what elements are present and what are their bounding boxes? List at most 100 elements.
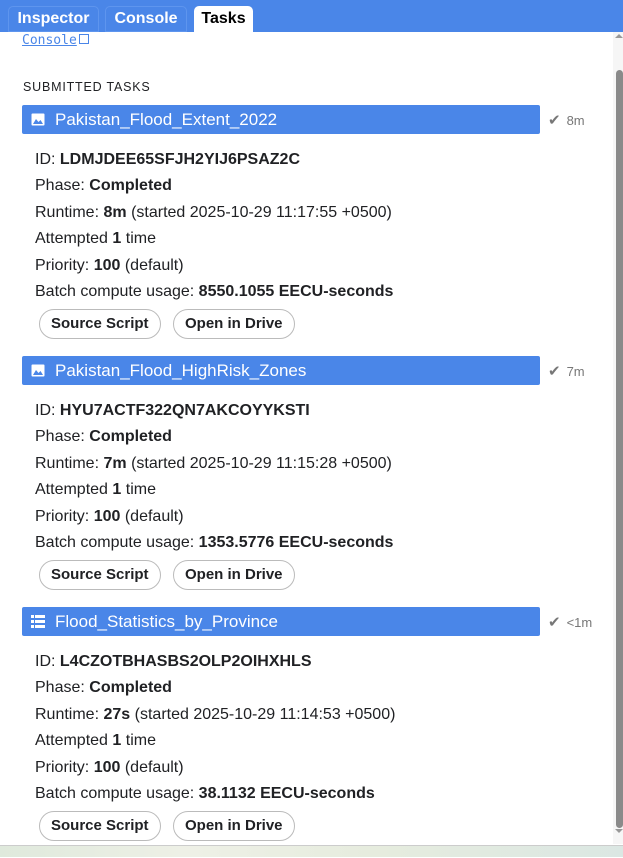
- section-heading: SUBMITTED TASKS: [23, 80, 151, 94]
- label: Batch compute usage:: [35, 283, 195, 301]
- task-runtime: 27s: [103, 705, 131, 723]
- task-details: ID: HYU7ACTF322QN7AKCOYYKSTI Phase: Comp…: [35, 398, 393, 556]
- task-id: HYU7ACTF322QN7AKCOYYKSTI: [59, 402, 310, 419]
- task-attempts-row: Attempted 1 time: [35, 477, 393, 503]
- task-attempts: 1: [112, 732, 122, 750]
- checkmark-icon: ✔: [548, 363, 561, 380]
- label: Phase:: [35, 177, 85, 195]
- open-in-drive-button[interactable]: Open in Drive: [173, 811, 295, 841]
- task-id-row: ID: LDMJDEE65SFJH2YIJ6PSAZ2C: [35, 147, 393, 173]
- label: Priority:: [35, 507, 90, 525]
- task-name: Flood_Statistics_by_Province: [55, 612, 279, 631]
- label: time: [125, 230, 156, 248]
- task-attempts-row: Attempted 1 time: [35, 226, 393, 252]
- task-runtime-row: Runtime: 8m (started 2025-10-29 11:17:55…: [35, 200, 393, 226]
- task-phase-row: Phase: Completed: [35, 675, 395, 701]
- task-card: Pakistan_Flood_HighRisk_Zones ✔ 7m ID: HY…: [0, 356, 605, 607]
- checkmark-icon: ✔: [548, 614, 561, 631]
- console-link[interactable]: Console: [22, 33, 89, 48]
- task-runtime: 7m: [103, 454, 127, 472]
- task-usage-row: Batch compute usage: 1353.5776 EECU-seco…: [35, 530, 393, 556]
- label: Batch compute usage:: [35, 534, 195, 552]
- task-usage-row: Batch compute usage: 8550.1055 EECU-seco…: [35, 279, 393, 305]
- label: Attempted: [35, 732, 108, 750]
- tab-inspector[interactable]: Inspector: [8, 6, 99, 32]
- label: Runtime:: [35, 454, 100, 472]
- task-status: ✔ <1m: [548, 613, 592, 631]
- task-priority: 100: [93, 758, 121, 776]
- scroll-down-arrow-icon[interactable]: [615, 829, 623, 833]
- task-name: Pakistan_Flood_HighRisk_Zones: [55, 361, 307, 380]
- label: Attempted: [35, 481, 108, 499]
- task-usage: 8550.1055 EECU-seconds: [198, 283, 394, 301]
- label: ID:: [35, 402, 56, 419]
- task-attempts: 1: [112, 481, 122, 499]
- label: Runtime:: [35, 203, 100, 221]
- tab-tasks[interactable]: Tasks: [194, 6, 253, 32]
- source-script-button[interactable]: Source Script: [39, 309, 161, 339]
- external-link-icon: [78, 34, 89, 44]
- label: time: [125, 481, 156, 499]
- task-phase: Completed: [89, 679, 172, 697]
- task-id: L4CZOTBHASBS2OLP2OIHXHLS: [59, 653, 312, 670]
- source-script-button[interactable]: Source Script: [39, 560, 161, 590]
- task-priority-row: Priority: 100 (default): [35, 755, 395, 781]
- task-header[interactable]: Pakistan_Flood_Extent_2022: [22, 105, 540, 134]
- task-phase-row: Phase: Completed: [35, 173, 393, 199]
- task-usage: 38.1132 EECU-seconds: [198, 785, 375, 803]
- task-name: Pakistan_Flood_Extent_2022: [55, 110, 278, 129]
- task-details: ID: L4CZOTBHASBS2OLP2OIHXHLS Phase: Comp…: [35, 649, 395, 807]
- task-priority-row: Priority: 100 (default): [35, 504, 393, 530]
- task-id: LDMJDEE65SFJH2YIJ6PSAZ2C: [59, 151, 300, 168]
- task-priority: 100: [93, 507, 121, 525]
- task-header[interactable]: Flood_Statistics_by_Province: [22, 607, 540, 636]
- label: ID:: [35, 653, 56, 670]
- task-card: Flood_Statistics_by_Province ✔ <1m ID: L4…: [0, 607, 605, 858]
- task-details: ID: LDMJDEE65SFJH2YIJ6PSAZ2C Phase: Comp…: [35, 147, 393, 305]
- label: (default): [124, 256, 184, 274]
- task-card: Pakistan_Flood_Extent_2022 ✔ 8m ID: LDMJD…: [0, 105, 605, 356]
- label: (default): [124, 507, 184, 525]
- task-attempts: 1: [112, 230, 122, 248]
- task-runtime-row: Runtime: 7m (started 2025-10-29 11:15:28…: [35, 451, 393, 477]
- label: Priority:: [35, 758, 90, 776]
- task-duration: 7m: [566, 364, 585, 379]
- task-phase: Completed: [89, 177, 172, 195]
- task-duration: <1m: [566, 615, 593, 630]
- label: Priority:: [35, 256, 90, 274]
- tab-bar: Inspector Console Tasks: [0, 0, 623, 32]
- task-status: ✔ 8m: [548, 111, 585, 129]
- task-phase-row: Phase: Completed: [35, 424, 393, 450]
- task-id-row: ID: HYU7ACTF322QN7AKCOYYKSTI: [35, 398, 393, 424]
- task-priority-row: Priority: 100 (default): [35, 253, 393, 279]
- task-attempts-row: Attempted 1 time: [35, 728, 395, 754]
- label: (default): [124, 758, 184, 776]
- open-in-drive-button[interactable]: Open in Drive: [173, 309, 295, 339]
- task-status: ✔ 7m: [548, 362, 585, 380]
- task-usage-row: Batch compute usage: 38.1132 EECU-second…: [35, 781, 395, 807]
- task-header[interactable]: Pakistan_Flood_HighRisk_Zones: [22, 356, 540, 385]
- source-script-button[interactable]: Source Script: [39, 811, 161, 841]
- task-usage: 1353.5776 EECU-seconds: [198, 534, 394, 552]
- label: Attempted: [35, 230, 108, 248]
- open-in-drive-button[interactable]: Open in Drive: [173, 560, 295, 590]
- task-runtime-row: Runtime: 27s (started 2025-10-29 11:14:5…: [35, 702, 395, 728]
- tab-console[interactable]: Console: [105, 6, 187, 32]
- task-duration: 8m: [566, 113, 585, 128]
- checkmark-icon: ✔: [548, 112, 561, 129]
- label: Phase:: [35, 679, 85, 697]
- console-link-label: Console: [22, 33, 77, 48]
- task-runtime: 8m: [103, 203, 127, 221]
- task-priority: 100: [93, 256, 121, 274]
- label: time: [125, 732, 156, 750]
- scrollbar-thumb[interactable]: [616, 70, 623, 828]
- task-started: (started 2025-10-29 11:14:53 +0500): [134, 705, 396, 723]
- scroll-up-arrow-icon[interactable]: [615, 34, 623, 38]
- map-strip: [0, 845, 623, 857]
- task-id-row: ID: L4CZOTBHASBS2OLP2OIHXHLS: [35, 649, 395, 675]
- task-started: (started 2025-10-29 11:17:55 +0500): [131, 203, 392, 221]
- label: ID:: [35, 151, 56, 168]
- task-phase: Completed: [89, 428, 172, 446]
- label: Runtime:: [35, 705, 100, 723]
- label: Batch compute usage:: [35, 785, 195, 803]
